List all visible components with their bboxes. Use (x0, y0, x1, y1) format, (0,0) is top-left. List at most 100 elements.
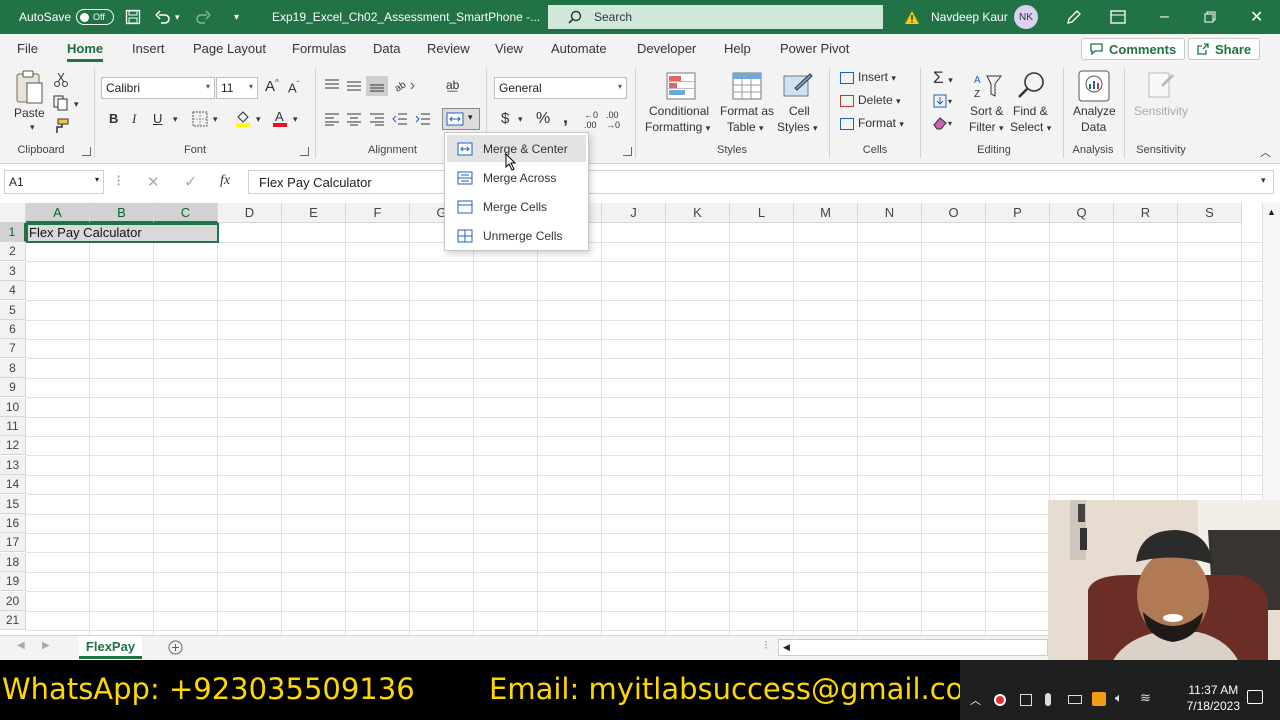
tab-power-pivot[interactable]: Power Pivot (780, 34, 849, 64)
row-header[interactable]: 10 (0, 397, 26, 417)
autosave-toggle[interactable]: Off (76, 0, 114, 34)
tray-expand-icon[interactable]: ︿ (970, 692, 981, 708)
horizontal-scrollbar[interactable]: ◀ (778, 639, 1048, 656)
font-name-combo[interactable]: Calibri ▾ (101, 77, 215, 99)
find-select-icon[interactable] (1017, 70, 1047, 103)
underline-dropdown-icon[interactable]: ▾ (173, 114, 178, 125)
tab-formulas[interactable]: Formulas (292, 34, 346, 64)
add-sheet-icon[interactable] (168, 640, 183, 658)
clipboard-launcher-icon[interactable] (82, 147, 91, 156)
next-sheet-icon[interactable]: ▶ (42, 640, 50, 651)
collapse-ribbon-icon[interactable]: ︿ (1260, 144, 1271, 160)
currency-dropdown-icon[interactable]: ▾ (518, 114, 523, 125)
paste-dropdown-icon[interactable]: ▾ (30, 122, 35, 133)
decrease-font-icon[interactable]: Aˇ (288, 80, 299, 95)
row-header[interactable]: 17 (0, 533, 26, 553)
number-format-combo[interactable]: General ▾ (494, 77, 627, 99)
borders-icon[interactable] (192, 111, 208, 130)
analyze-data-button[interactable]: Analyze (1073, 104, 1116, 118)
battery-icon[interactable] (1068, 695, 1082, 704)
italic-icon[interactable]: I (132, 111, 136, 127)
pen-icon[interactable] (1066, 0, 1082, 34)
tab-review[interactable]: Review (427, 34, 470, 64)
merge-center-button[interactable]: ▾ (442, 108, 480, 130)
warning-icon[interactable] (904, 0, 920, 34)
percent-icon[interactable]: % (536, 110, 550, 128)
save-icon[interactable] (125, 0, 141, 34)
user-avatar[interactable]: NK (1014, 0, 1038, 34)
delete-cells-button[interactable]: Delete ▾ (840, 93, 901, 107)
record-icon[interactable] (994, 694, 1006, 706)
name-box[interactable]: A1 ▾ (4, 170, 104, 194)
row-header[interactable]: 19 (0, 572, 26, 592)
conditional-formatting-icon[interactable] (666, 72, 696, 103)
autosum-icon[interactable]: Σ ▾ (933, 68, 953, 88)
row-header[interactable]: 2 (0, 242, 26, 262)
row-header[interactable]: 14 (0, 475, 26, 495)
row-header[interactable]: 16 (0, 514, 26, 533)
align-left-icon[interactable] (324, 112, 340, 129)
row-header[interactable]: 6 (0, 320, 26, 339)
share-button[interactable]: Share (1188, 38, 1261, 60)
row-header[interactable]: 11 (0, 417, 26, 436)
bold-icon[interactable]: B (109, 111, 118, 126)
row-header[interactable]: 1 (0, 223, 26, 242)
column-header[interactable]: Q (1050, 203, 1114, 223)
column-header[interactable]: A (26, 203, 90, 223)
restore-icon[interactable] (1204, 0, 1216, 34)
comma-style-icon[interactable]: , (563, 107, 568, 128)
sheet-tab-flexpay[interactable]: FlexPay (79, 636, 142, 659)
decrease-decimal-icon[interactable]: .00 →0 (606, 110, 620, 130)
format-as-table-icon[interactable] (732, 72, 762, 103)
insert-cells-button[interactable]: Insert ▾ (840, 70, 896, 84)
row-header[interactable]: 9 (0, 378, 26, 398)
currency-icon[interactable]: $ (501, 110, 509, 127)
row-header[interactable]: 5 (0, 300, 26, 320)
close-icon[interactable]: ✕ (1250, 0, 1263, 34)
number-launcher-icon[interactable] (623, 147, 632, 156)
cancel-entry-icon[interactable]: ✕ (147, 173, 160, 191)
wifi-icon[interactable]: ≋ (1140, 690, 1151, 706)
menu-item-unmerge-cells[interactable]: Unmerge Cells (447, 222, 586, 249)
tab-automate[interactable]: Automate (551, 34, 607, 64)
column-header[interactable]: O (922, 203, 986, 223)
row-header[interactable]: 20 (0, 591, 26, 611)
column-header[interactable]: D (218, 203, 282, 223)
format-as-table-button[interactable]: Format as (720, 104, 774, 118)
paste-icon[interactable] (14, 70, 44, 109)
ribbon-display-icon[interactable] (1110, 0, 1126, 34)
fill-icon[interactable]: ▾ (933, 94, 955, 111)
row-header[interactable]: 18 (0, 552, 26, 572)
column-header[interactable]: E (282, 203, 346, 223)
menu-item-merge-cells[interactable]: Merge Cells (447, 193, 586, 220)
format-as-table-button-line2[interactable]: Table ▾ (727, 120, 764, 134)
row-header[interactable]: 3 (0, 261, 26, 281)
undo-dropdown-icon[interactable]: ▾ (175, 0, 180, 34)
minimize-icon[interactable]: – (1160, 0, 1169, 34)
increase-decimal-icon[interactable]: ←0.00 (584, 110, 598, 130)
row-header[interactable]: 7 (0, 339, 26, 359)
fill-color-icon[interactable] (235, 109, 251, 130)
font-launcher-icon[interactable] (300, 147, 309, 156)
row-header[interactable]: 8 (0, 358, 26, 378)
middle-align-icon[interactable] (346, 78, 362, 95)
font-color-dropdown-icon[interactable]: ▾ (293, 114, 298, 125)
font-color-icon[interactable]: A (272, 109, 288, 130)
find-select-button-line2[interactable]: Select ▾ (1010, 120, 1051, 134)
split-handle-icon[interactable]: ⁝ (764, 638, 768, 652)
increase-indent-icon[interactable] (415, 112, 431, 129)
increase-font-icon[interactable]: A^ (265, 78, 279, 95)
column-header[interactable]: R (1114, 203, 1178, 223)
borders-dropdown-icon[interactable]: ▾ (213, 114, 218, 125)
column-header[interactable]: M (794, 203, 858, 223)
scroll-up-icon[interactable]: ▲ (1267, 207, 1276, 217)
column-header[interactable]: P (986, 203, 1050, 223)
column-header[interactable]: L (730, 203, 794, 223)
prev-sheet-icon[interactable]: ◀ (17, 640, 25, 651)
mic-icon[interactable] (1045, 693, 1051, 706)
column-header[interactable]: S (1178, 203, 1242, 223)
analyze-data-button-line2[interactable]: Data (1081, 120, 1106, 134)
format-cells-button[interactable]: Format ▾ (840, 116, 904, 130)
tab-insert[interactable]: Insert (132, 34, 165, 64)
formula-input[interactable]: Flex Pay Calculator (248, 170, 1274, 194)
